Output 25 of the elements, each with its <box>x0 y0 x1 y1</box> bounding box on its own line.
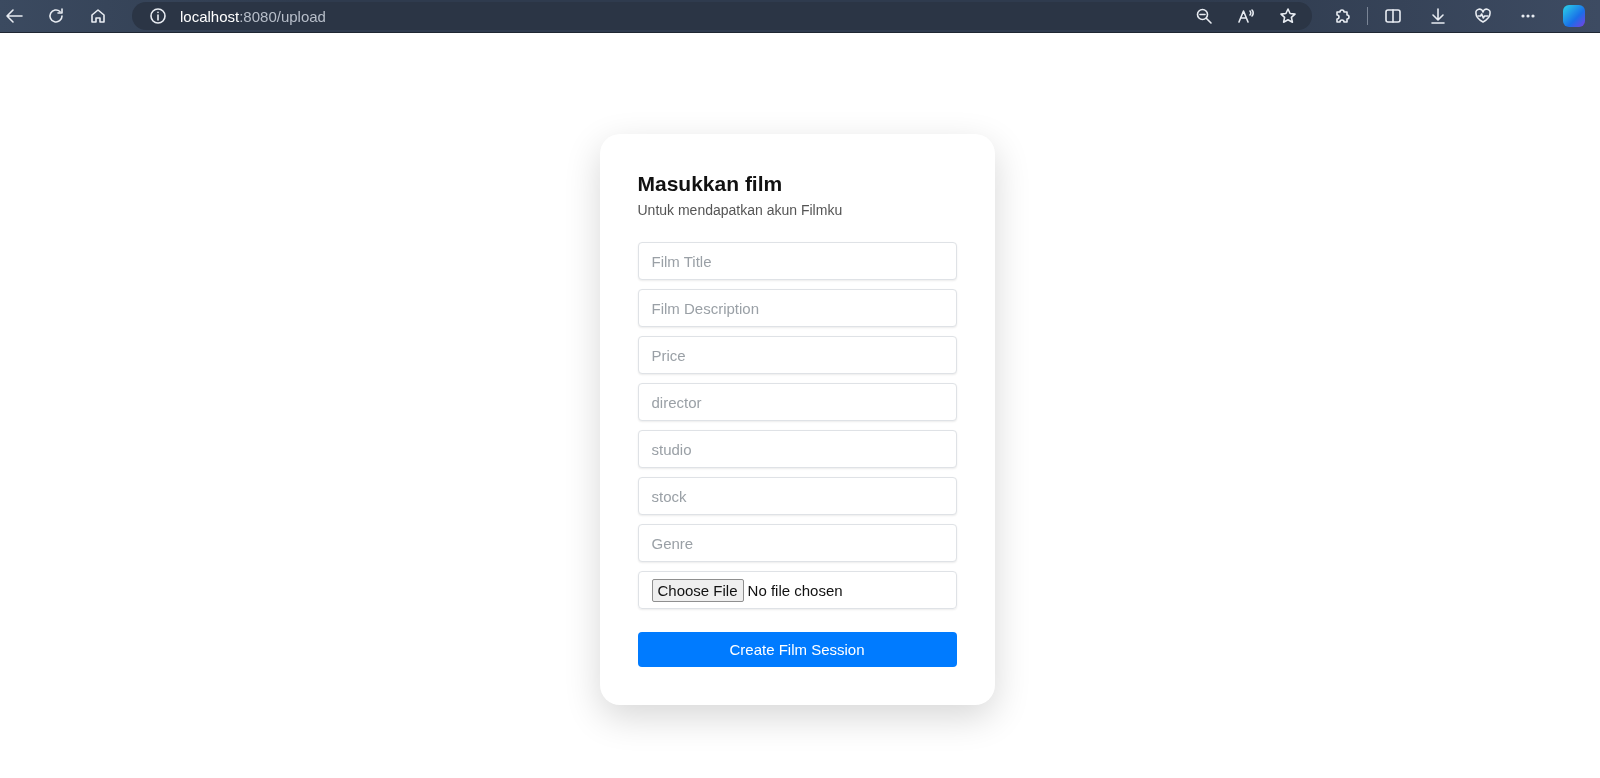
submit-button[interactable]: Create Film Session <box>637 632 957 667</box>
input-field[interactable]: Price <box>637 336 957 374</box>
refresh-icon[interactable] <box>46 6 66 26</box>
home-icon[interactable] <box>88 6 108 26</box>
input-field[interactable]: studio <box>637 430 957 468</box>
input-field[interactable]: Film Title <box>637 242 957 280</box>
download-icon[interactable] <box>1428 6 1448 26</box>
read-aloud-icon[interactable] <box>1236 6 1256 26</box>
back-icon[interactable] <box>4 6 24 26</box>
file-status: No file chosen <box>747 581 843 599</box>
info-icon[interactable] <box>148 6 168 26</box>
input-field[interactable]: stock <box>637 477 957 515</box>
split-screen-icon[interactable] <box>1383 6 1403 26</box>
zoom-out-icon[interactable] <box>1194 6 1214 26</box>
form-subtitle: Untuk mendapatkan akun Filmku <box>637 202 844 218</box>
input-field[interactable]: director <box>637 383 957 421</box>
address-field[interactable]: localhost:8080/upload <box>180 7 326 25</box>
heart-pulse-icon[interactable] <box>1473 6 1493 26</box>
input-field[interactable]: Film Description <box>637 289 957 327</box>
input-field[interactable]: Genre <box>637 524 957 562</box>
file-input-field[interactable]: Choose File No file chosen <box>637 571 957 609</box>
form-title: Masukkan film <box>637 172 784 196</box>
assistant-logo-icon[interactable] <box>1563 5 1585 27</box>
choose-file-button[interactable]: Choose File <box>651 578 744 602</box>
favorite-star-icon[interactable] <box>1278 6 1298 26</box>
